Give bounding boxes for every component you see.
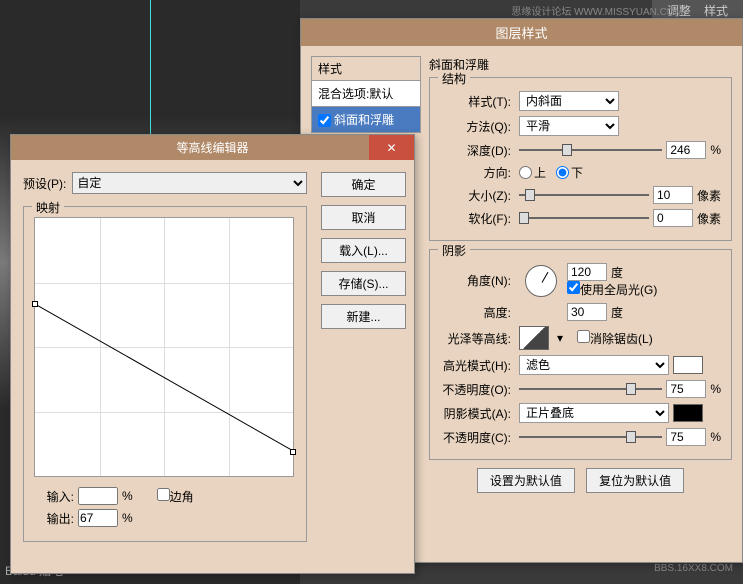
size-label: 大小(Z): (440, 187, 515, 204)
altitude-unit: 度 (611, 304, 623, 321)
curve-handle-start[interactable] (32, 301, 38, 307)
highlight-opacity-slider[interactable] (519, 381, 662, 397)
shadow-opacity-input[interactable] (666, 428, 706, 446)
preset-label: 预设(P): (23, 175, 66, 192)
sidebar-item-blend[interactable]: 混合选项:默认 (311, 81, 421, 107)
depth-unit: % (710, 143, 721, 157)
shadow-opacity-label: 不透明度(C): (440, 429, 515, 446)
highlight-color[interactable] (673, 356, 703, 374)
depth-slider[interactable] (519, 142, 662, 158)
curve-editor[interactable] (34, 217, 294, 477)
shadow-color[interactable] (673, 404, 703, 422)
close-icon: ✕ (386, 141, 396, 155)
tab-style[interactable]: 样式 (704, 4, 728, 18)
structure-fieldset: 结构 样式(T): 内斜面 方法(Q): 平滑 深度(D): % 方向: (429, 77, 732, 241)
mapping-title: 映射 (32, 199, 64, 216)
angle-input[interactable] (567, 263, 607, 281)
shading-title: 阴影 (438, 242, 470, 259)
save-button[interactable]: 存储(S)... (321, 271, 406, 296)
technique-select[interactable]: 平滑 (519, 116, 619, 136)
corner-check[interactable]: 边角 (157, 488, 194, 505)
set-default-button[interactable]: 设置为默认值 (477, 468, 575, 493)
direction-up[interactable]: 上 (519, 164, 546, 181)
altitude-input[interactable] (567, 303, 607, 321)
structure-title: 结构 (438, 70, 470, 87)
gloss-contour[interactable] (519, 326, 549, 350)
technique-label: 方法(Q): (440, 118, 515, 135)
shadow-opacity-slider[interactable] (519, 429, 662, 445)
input-field[interactable] (78, 487, 118, 505)
shadow-mode-select[interactable]: 正片叠底 (519, 403, 669, 423)
soften-unit: 像素 (697, 210, 721, 227)
highlight-mode-label: 高光模式(H): (440, 357, 515, 374)
size-slider[interactable] (519, 187, 649, 203)
curve-line (35, 218, 295, 478)
highlight-mode-select[interactable]: 滤色 (519, 355, 669, 375)
contour-editor-dialog: 等高线编辑器 ✕ 预设(P): 自定 映射 (10, 134, 415, 574)
shadow-mode-label: 阴影模式(A): (440, 405, 515, 422)
soften-label: 软化(F): (440, 210, 515, 227)
new-button[interactable]: 新建... (321, 304, 406, 329)
layer-style-title: 图层样式 (301, 19, 742, 46)
curve-handle-end[interactable] (290, 449, 296, 455)
cancel-button[interactable]: 取消 (321, 205, 406, 230)
bevel-checkbox[interactable] (318, 114, 331, 127)
soften-input[interactable] (653, 209, 693, 227)
style-select[interactable]: 内斜面 (519, 91, 619, 111)
output-field[interactable] (78, 509, 118, 527)
highlight-opacity-input[interactable] (666, 380, 706, 398)
load-button[interactable]: 载入(L)... (321, 238, 406, 263)
mapping-fieldset: 映射 输入: % (23, 206, 307, 542)
angle-dial[interactable] (525, 265, 557, 297)
input-label: 输入: (34, 488, 74, 505)
gloss-label: 光泽等高线: (440, 330, 515, 347)
altitude-label: 高度: (440, 304, 515, 321)
preset-select[interactable]: 自定 (72, 172, 307, 194)
bevel-heading: 斜面和浮雕 (429, 56, 732, 73)
highlight-opacity-label: 不透明度(O): (440, 381, 515, 398)
size-input[interactable] (653, 186, 693, 204)
reset-default-button[interactable]: 复位为默认值 (586, 468, 684, 493)
output-label: 输出: (34, 510, 74, 527)
angle-unit: 度 (611, 264, 623, 281)
sidebar-item-bevel[interactable]: 斜面和浮雕 (311, 107, 421, 133)
shading-fieldset: 阴影 角度(N): 度 使用全局光(G) 高度: (429, 249, 732, 460)
direction-down[interactable]: 下 (556, 164, 583, 181)
soften-slider[interactable] (519, 210, 649, 226)
ok-button[interactable]: 确定 (321, 172, 406, 197)
global-light-check[interactable]: 使用全局光(G) (567, 283, 657, 297)
style-label: 样式(T): (440, 93, 515, 110)
angle-label: 角度(N): (440, 272, 515, 289)
depth-input[interactable] (666, 141, 706, 159)
size-unit: 像素 (697, 187, 721, 204)
antialias-check[interactable]: 消除锯齿(L) (577, 330, 653, 347)
close-button[interactable]: ✕ (369, 135, 414, 160)
contour-editor-title: 等高线编辑器 ✕ (11, 135, 414, 160)
depth-label: 深度(D): (440, 142, 515, 159)
sidebar-header: 样式 (311, 56, 421, 81)
watermark-top: 思缘设计论坛 WWW.MISSYUAN.COM (511, 3, 683, 18)
direction-label: 方向: (440, 164, 515, 181)
